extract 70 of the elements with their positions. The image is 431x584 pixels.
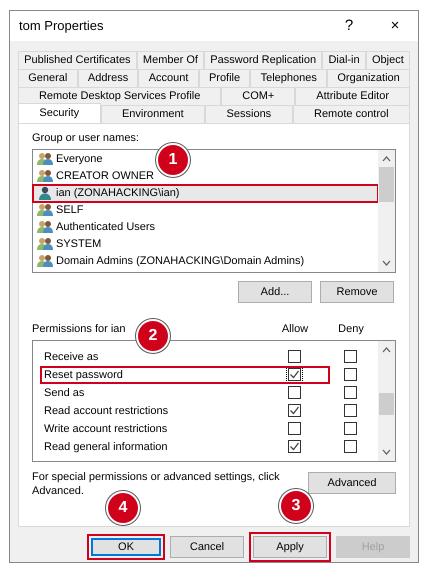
permission-label: Read general information [44,440,169,453]
tab[interactable]: Account [138,68,199,87]
user-list-item[interactable]: SELF [33,202,88,219]
check-icon [288,441,300,452]
tab[interactable]: Sessions [205,104,293,123]
permission-label: Read account restrictions [44,404,170,417]
deny-checkbox[interactable] [344,404,356,418]
permission-label: Receive as [44,350,100,363]
deny-checkbox[interactable] [344,350,356,364]
tab[interactable]: Organization [327,68,410,87]
deny-checkbox[interactable] [344,422,356,436]
allow-checkbox[interactable] [288,368,300,382]
user-icon [37,186,53,200]
check-icon [288,405,300,416]
allow-header: Allow [280,322,310,337]
scrollbar-thumb[interactable] [379,166,394,202]
users-icon [37,169,53,184]
tab[interactable]: Attribute Editor [295,86,410,105]
tab[interactable]: Password Replication [204,50,322,69]
scrollbar[interactable] [378,150,395,272]
dialog-button[interactable]: OK [91,538,161,556]
dialog-button[interactable]: Cancel [170,536,244,558]
allow-checkbox[interactable] [288,350,300,364]
deny-checkbox[interactable] [344,386,356,400]
user-list-item[interactable]: Authenticated Users [33,218,160,236]
user-list-item[interactable]: Everyone [33,150,106,168]
permissions-label: Permissions for ian [32,322,126,337]
check-icon [288,369,300,380]
users-icon [37,203,53,218]
permission-label: Send as [44,386,86,399]
user-list-item[interactable]: SYSTEM [33,236,106,253]
window-title: tom Properties [19,18,105,34]
tab[interactable]: General [18,68,78,87]
list-action-button[interactable]: Remove [320,280,394,303]
close-button[interactable]: × [372,16,418,36]
tab[interactable]: COM+ [221,86,296,105]
user-list-item[interactable]: ian (ZONAHACKING\ian) [33,184,378,202]
tab[interactable]: Environment [100,104,206,123]
deny-checkbox[interactable] [344,368,356,382]
allow-checkbox[interactable] [288,404,300,418]
tab[interactable]: Remote control [292,104,410,123]
tab[interactable]: Security [18,102,101,123]
advanced-button[interactable]: Advanced [308,472,396,494]
users-icon [37,220,53,234]
allow-checkbox[interactable] [288,422,300,436]
help-button[interactable]: ? [326,16,372,36]
user-list-item[interactable]: CREATOR OWNER [33,168,158,185]
users-icon [37,254,53,268]
deny-header: Deny [337,322,365,337]
user-list-item[interactable]: Domain Admins (ZONAHACKING\Domain Admins) [33,252,308,270]
dialog-button[interactable]: Apply [253,536,327,558]
tab[interactable]: Member Of [136,50,204,69]
deny-checkbox[interactable] [344,440,356,454]
permission-label: Write account restrictions [44,422,168,435]
allow-checkbox[interactable] [288,440,300,454]
tab[interactable]: Object [366,50,410,69]
permission-label: Reset password [44,368,124,381]
list-action-button[interactable]: Add... [238,280,312,303]
scrollbar[interactable] [378,340,395,461]
tab[interactable]: Address [78,68,138,87]
users-icon [37,152,53,166]
scrollbar-thumb[interactable] [379,392,394,415]
allow-checkbox[interactable] [288,386,300,400]
tab[interactable]: Published Certificates [18,50,137,69]
tab[interactable]: Profile [198,68,250,87]
tab[interactable]: Dial-in [322,50,366,69]
tab[interactable]: Telephones [250,68,328,87]
users-label: Group or user names: [32,132,140,146]
tab[interactable]: Remote Desktop Services Profile [18,86,222,105]
users-icon [37,237,53,252]
